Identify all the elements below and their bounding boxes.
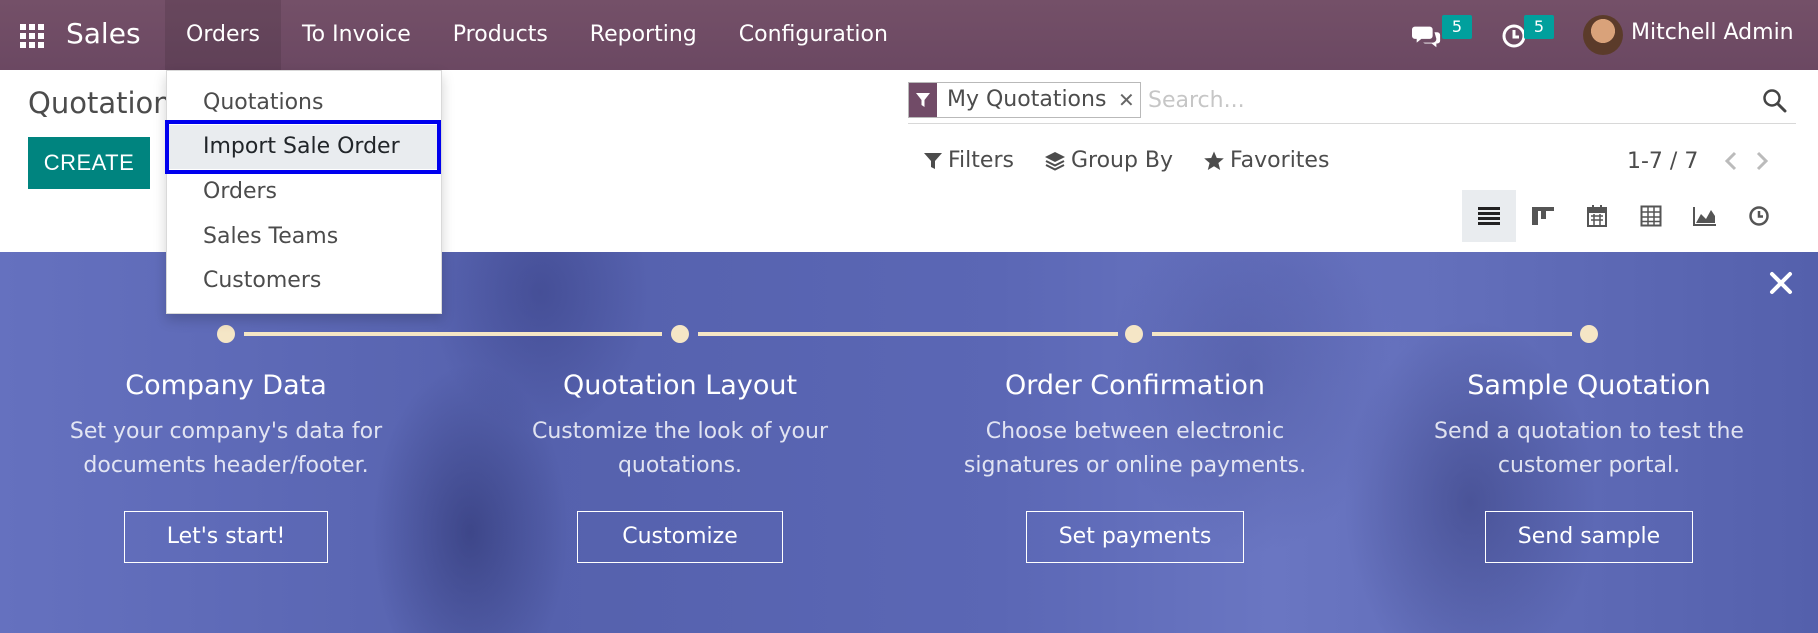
user-name[interactable]: Mitchell Admin (1631, 20, 1794, 45)
progress-line (698, 332, 1118, 336)
view-switcher (1462, 190, 1786, 242)
step-order-confirmation: Order Confirmation Choose between electr… (935, 370, 1335, 563)
filters-button[interactable]: Filters (923, 148, 1014, 173)
list-icon (1478, 207, 1500, 225)
kanban-icon (1532, 207, 1554, 225)
step-title: Quotation Layout (562, 370, 798, 401)
menu-to-invoice[interactable]: To Invoice (281, 0, 432, 70)
step-dot (1125, 325, 1143, 343)
filter-icon (909, 83, 937, 117)
funnel-icon (924, 152, 942, 169)
create-button[interactable]: CREATE (28, 137, 150, 189)
graph-view-button[interactable] (1678, 190, 1732, 242)
star-icon (1204, 151, 1224, 170)
pager-value[interactable]: 1-7 / 7 (1627, 149, 1698, 174)
group-by-button[interactable]: Group By (1044, 148, 1173, 173)
table-icon (1640, 205, 1662, 227)
menu-orders[interactable]: Orders (165, 0, 281, 70)
progress-line (244, 332, 662, 336)
favorites-label: Favorites (1230, 148, 1330, 173)
user-avatar[interactable] (1583, 15, 1623, 55)
step-quotation-layout: Quotation Layout Customize the look of y… (480, 370, 880, 563)
close-icon[interactable] (1768, 270, 1794, 296)
step-dot (671, 325, 689, 343)
page-title: Quotations (28, 86, 187, 120)
customize-button[interactable]: Customize (577, 511, 783, 563)
search-bar: My Quotations ✕ (908, 80, 1796, 124)
area-chart-icon (1693, 207, 1716, 226)
activities-badge: 5 (1524, 15, 1554, 39)
layers-icon (1044, 151, 1065, 171)
step-dot (1580, 325, 1598, 343)
main-menu: Orders To Invoice Products Reporting Con… (165, 0, 909, 70)
menu-reporting[interactable]: Reporting (569, 0, 718, 70)
step-description: Choose between electronic signatures or o… (963, 419, 1307, 478)
lets-start-button[interactable]: Let's start! (123, 511, 329, 563)
calendar-view-button[interactable] (1570, 190, 1624, 242)
step-company-data: Company Data Set your company's data for… (26, 370, 426, 563)
search-input[interactable] (1148, 84, 1728, 116)
activity-clock-icon (1749, 206, 1769, 226)
filters-label: Filters (948, 148, 1014, 173)
menu-configuration[interactable]: Configuration (718, 0, 909, 70)
step-description: Set your company's data for documents hea… (69, 419, 383, 478)
chevron-right-icon[interactable] (1754, 150, 1770, 172)
step-title: Order Confirmation (1005, 370, 1265, 401)
facet-remove-icon[interactable]: ✕ (1112, 83, 1140, 117)
step-title: Sample Quotation (1467, 370, 1711, 401)
app-switcher-icon[interactable] (20, 24, 44, 48)
search-facet: My Quotations ✕ (908, 82, 1142, 118)
set-payments-button[interactable]: Set payments (1025, 511, 1245, 563)
dropdown-item-orders[interactable]: Orders (167, 170, 441, 214)
step-title: Company Data (125, 370, 327, 401)
dropdown-item-quotations[interactable]: Quotations (167, 81, 441, 125)
messages-badge: 5 (1442, 15, 1472, 39)
activity-view-button[interactable] (1732, 190, 1786, 242)
calendar-icon (1587, 205, 1607, 227)
dropdown-item-customers[interactable]: Customers (167, 259, 441, 303)
kanban-view-button[interactable] (1516, 190, 1570, 242)
pager-controls (1723, 150, 1770, 172)
dropdown-item-import-sale-order[interactable]: Import Sale Order (167, 125, 441, 169)
dropdown-item-sales-teams[interactable]: Sales Teams (167, 215, 441, 259)
orders-dropdown-menu: Quotations Import Sale Order Orders Sale… (166, 70, 442, 314)
chat-icon[interactable] (1412, 22, 1442, 50)
send-sample-button[interactable]: Send sample (1484, 511, 1694, 563)
top-navbar: Sales Orders To Invoice Products Reporti… (0, 0, 1818, 70)
pivot-view-button[interactable] (1624, 190, 1678, 242)
menu-products[interactable]: Products (432, 0, 569, 70)
step-description: Customize the look of your quotations. (531, 419, 828, 478)
step-sample-quotation: Sample Quotation Send a quotation to tes… (1389, 370, 1789, 563)
app-brand[interactable]: Sales (66, 17, 141, 50)
step-description: Send a quotation to test the customer por… (1434, 419, 1744, 478)
list-view-button[interactable] (1462, 190, 1516, 242)
chevron-left-icon[interactable] (1723, 150, 1739, 172)
progress-line (1152, 332, 1572, 336)
search-icon[interactable] (1762, 88, 1788, 114)
group-by-label: Group By (1070, 148, 1174, 173)
facet-label: My Quotations (947, 87, 1107, 112)
favorites-button[interactable]: Favorites (1203, 148, 1329, 173)
step-dot (217, 325, 235, 343)
search-options: Filters Group By Favorites (923, 148, 1359, 173)
